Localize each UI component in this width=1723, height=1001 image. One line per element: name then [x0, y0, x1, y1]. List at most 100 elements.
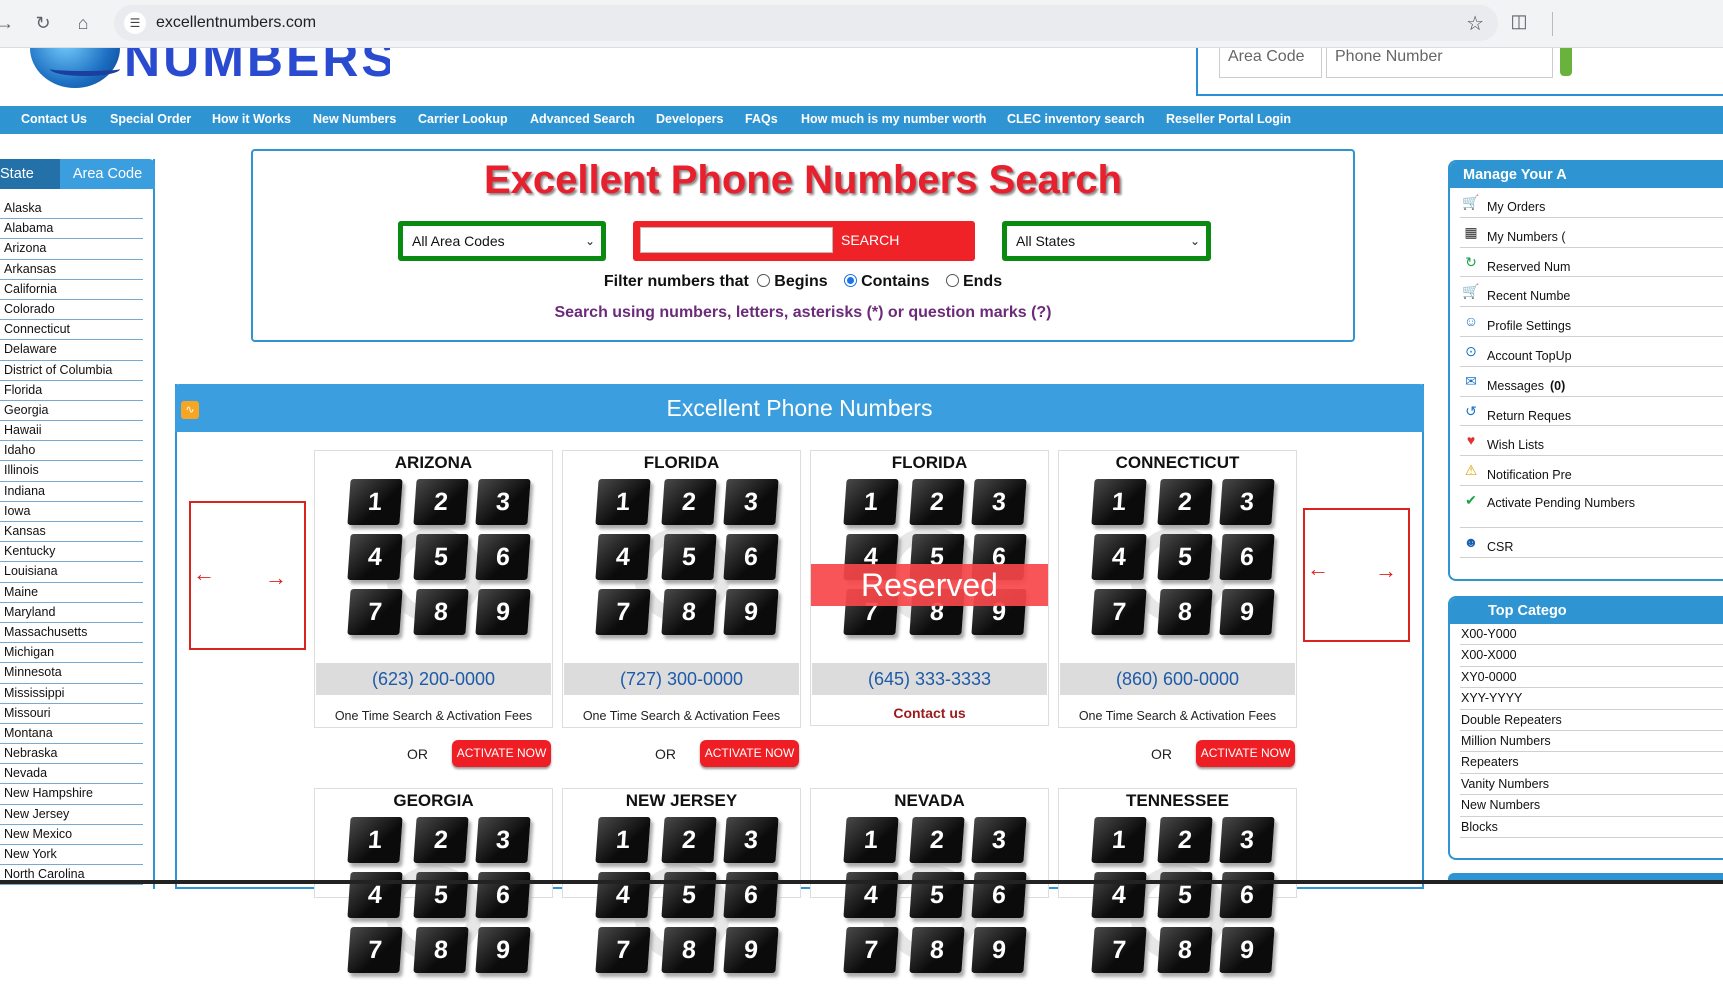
- state-link[interactable]: Alaska: [0, 199, 143, 220]
- account-menu-item[interactable]: ☺ Profile Settings: [1460, 307, 1723, 337]
- state-link[interactable]: Colorado: [0, 300, 143, 321]
- state-link[interactable]: Georgia: [0, 401, 143, 422]
- nav-clec-search[interactable]: CLEC inventory search: [1007, 112, 1145, 126]
- state-link[interactable]: Iowa: [0, 502, 143, 522]
- account-menu-item[interactable]: 🛒 Recent Numbe: [1460, 277, 1723, 308]
- nav-how-it-works[interactable]: How it Works: [212, 112, 291, 126]
- category-link[interactable]: Double Repeaters: [1460, 710, 1723, 731]
- phone-number[interactable]: (623) 200-0000: [316, 663, 551, 695]
- state-link[interactable]: Kansas: [0, 522, 143, 543]
- category-link[interactable]: XYY-YYYY: [1460, 688, 1723, 710]
- address-bar[interactable]: ☰ excellentnumbers.com ☆: [114, 5, 1498, 41]
- tab-state[interactable]: State: [0, 159, 60, 189]
- site-info-icon[interactable]: ☰: [124, 12, 146, 34]
- area-code-select[interactable]: All Area Codes ⌄: [398, 221, 606, 261]
- account-menu-item[interactable]: ⊙ Account TopUp: [1460, 337, 1723, 367]
- account-menu-item[interactable]: 🛒 My Orders: [1460, 188, 1723, 218]
- state-link[interactable]: Minnesota: [0, 663, 143, 684]
- state-link[interactable]: Michigan: [0, 643, 143, 664]
- tab-area-code[interactable]: Area Code: [60, 159, 155, 189]
- state-link[interactable]: Montana: [0, 724, 143, 745]
- state-link[interactable]: Delaware: [0, 340, 143, 361]
- header-search-button[interactable]: [1560, 48, 1572, 76]
- state-link[interactable]: Maine: [0, 583, 143, 603]
- state-link[interactable]: Indiana: [0, 482, 143, 502]
- nav-new-numbers[interactable]: New Numbers: [313, 112, 396, 126]
- state-select[interactable]: All States ⌄: [1002, 221, 1211, 261]
- state-link[interactable]: Kentucky: [0, 542, 143, 563]
- account-menu-item[interactable]: ↺ Return Reques: [1460, 397, 1723, 427]
- account-menu-item[interactable]: ⚠ Notification Pre: [1460, 456, 1723, 486]
- carousel-next-button[interactable]: ← →: [1303, 508, 1410, 642]
- category-link[interactable]: X00-Y000: [1460, 624, 1723, 646]
- home-icon[interactable]: ⌂: [70, 10, 96, 36]
- radio-contains-label[interactable]: Contains: [861, 273, 929, 290]
- state-link[interactable]: Alabama: [0, 219, 143, 240]
- number-card[interactable]: FLORIDA 1 2 3 4 5 6 7 8 9 (727) 300-0000 One Time S…: [562, 450, 801, 728]
- nav-special-order[interactable]: Special Order: [110, 112, 191, 126]
- nav-advanced-search[interactable]: Advanced Search: [530, 112, 635, 126]
- state-link[interactable]: District of Columbia: [0, 361, 143, 381]
- search-button[interactable]: SEARCH: [841, 221, 899, 261]
- account-menu-item[interactable]: ✔ Activate Pending Numbers: [1460, 486, 1723, 528]
- state-link[interactable]: New Hampshire: [0, 784, 143, 805]
- activate-now-button[interactable]: ACTIVATE NOW: [700, 740, 799, 767]
- state-link[interactable]: New Mexico: [0, 825, 143, 845]
- reload-icon[interactable]: ↻: [30, 10, 56, 36]
- carousel-prev-button[interactable]: ← →: [189, 501, 306, 650]
- state-link[interactable]: Connecticut: [0, 320, 143, 341]
- state-link[interactable]: Illinois: [0, 461, 143, 482]
- state-link[interactable]: Mississippi: [0, 684, 143, 704]
- state-link[interactable]: New York: [0, 845, 143, 866]
- radio-contains[interactable]: [844, 274, 858, 287]
- nav-reseller-login[interactable]: Reseller Portal Login: [1166, 112, 1291, 126]
- url-text[interactable]: excellentnumbers.com: [156, 14, 316, 32]
- category-link[interactable]: X00-X000: [1460, 645, 1723, 667]
- state-link[interactable]: Nevada: [0, 764, 143, 785]
- nav-developers[interactable]: Developers: [656, 112, 723, 126]
- activate-now-button[interactable]: ACTIVATE NOW: [452, 740, 551, 767]
- category-link[interactable]: New Numbers: [1460, 795, 1723, 817]
- category-link[interactable]: Million Numbers: [1460, 731, 1723, 753]
- number-card[interactable]: FLORIDA 1 2 3 4 5 6 7 8 9 Reserved (645) 333-3333 Co…: [810, 450, 1049, 726]
- state-link[interactable]: Hawaii: [0, 421, 143, 442]
- phone-number[interactable]: (860) 600-0000: [1060, 663, 1295, 695]
- nav-contact-us[interactable]: Contact Us: [21, 112, 87, 126]
- nav-number-worth[interactable]: How much is my number worth: [801, 112, 986, 126]
- state-link[interactable]: New Jersey: [0, 805, 143, 825]
- bookmark-star-icon[interactable]: ☆: [1466, 11, 1484, 36]
- category-link[interactable]: Repeaters: [1460, 752, 1723, 774]
- nav-carrier-lookup[interactable]: Carrier Lookup: [418, 112, 508, 126]
- phone-number-input[interactable]: Phone Number: [1326, 48, 1553, 78]
- radio-ends-label[interactable]: Ends: [963, 273, 1002, 290]
- state-link[interactable]: Florida: [0, 381, 143, 401]
- state-link[interactable]: California: [0, 280, 143, 300]
- number-card[interactable]: ARIZONA 1 2 3 4 5 6 7 8 9 (623) 200-0000 One Time S…: [314, 450, 553, 728]
- category-link[interactable]: XY0-0000: [1460, 667, 1723, 689]
- account-menu-item[interactable]: ↻ Reserved Num: [1460, 248, 1723, 278]
- state-link[interactable]: Louisiana: [0, 562, 143, 583]
- search-input[interactable]: [640, 227, 833, 253]
- radio-begins-label[interactable]: Begins: [774, 273, 827, 290]
- state-link[interactable]: Massachusetts: [0, 623, 143, 644]
- state-link[interactable]: Arkansas: [0, 260, 143, 280]
- state-link[interactable]: Maryland: [0, 603, 143, 623]
- nav-faqs[interactable]: FAQs: [745, 112, 778, 126]
- contact-us-link[interactable]: Contact us: [811, 705, 1048, 725]
- site-logo[interactable]: NUMBERS: [20, 48, 390, 100]
- radio-ends[interactable]: [945, 274, 959, 287]
- state-link[interactable]: Missouri: [0, 704, 143, 724]
- account-menu-item[interactable]: ♥ Wish Lists: [1460, 426, 1723, 457]
- radio-begins[interactable]: [757, 274, 771, 287]
- category-link[interactable]: Vanity Numbers: [1460, 774, 1723, 796]
- category-link[interactable]: Blocks: [1460, 817, 1723, 838]
- number-card[interactable]: CONNECTICUT 1 2 3 4 5 6 7 8 9 (860) 600-0000 One Ti…: [1058, 450, 1297, 728]
- area-code-input[interactable]: Area Code: [1219, 48, 1322, 78]
- state-link[interactable]: Idaho: [0, 441, 143, 462]
- activate-now-button[interactable]: ACTIVATE NOW: [1196, 740, 1295, 767]
- account-menu-item[interactable]: ☻ CSR: [1460, 528, 1723, 558]
- phone-number[interactable]: (645) 333-3333: [812, 663, 1047, 695]
- account-menu-item[interactable]: ✉ Messages (0): [1460, 367, 1723, 397]
- state-link[interactable]: Arizona: [0, 239, 143, 260]
- state-link[interactable]: Nebraska: [0, 744, 143, 765]
